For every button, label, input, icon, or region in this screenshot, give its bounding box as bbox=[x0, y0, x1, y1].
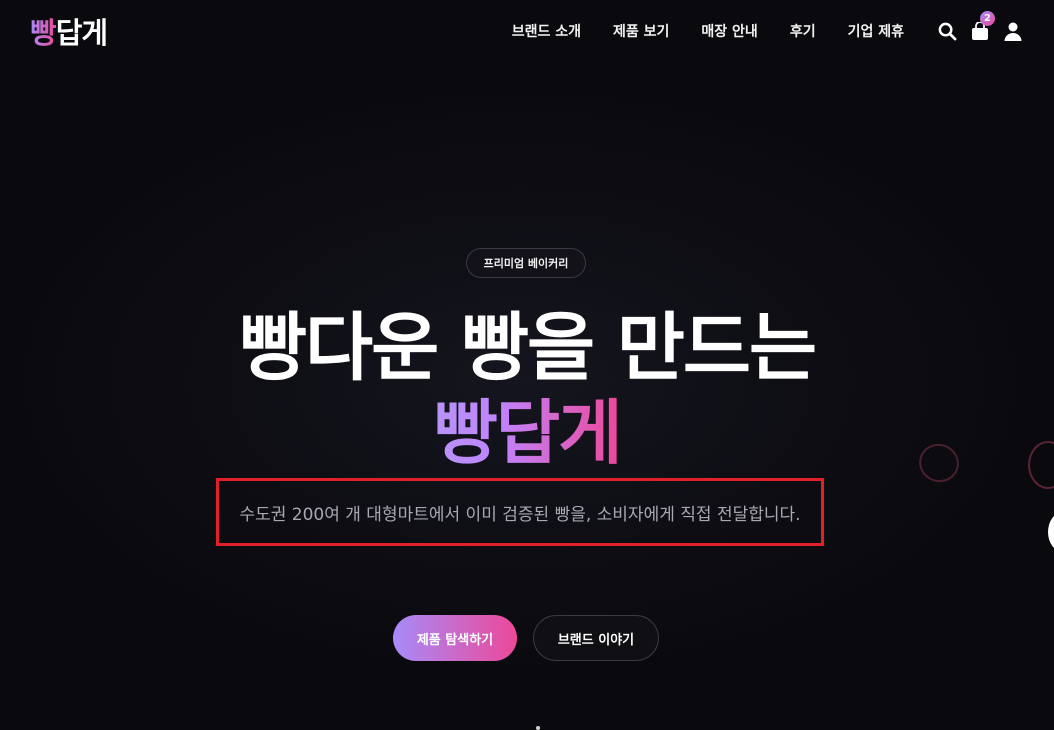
logo-accent: 빵 bbox=[30, 10, 57, 52]
hero-brand-name: 빵답게 bbox=[0, 393, 1054, 473]
scroll-indicator bbox=[536, 726, 540, 730]
nav-reviews[interactable]: 후기 bbox=[790, 21, 816, 41]
site-header: 빵 답게 브랜드 소개 제품 보기 매장 안내 후기 기업 제휴 2 bbox=[0, 0, 1054, 62]
hero-subtitle: 수도권 200여 개 대형마트에서 이미 검증된 빵을, 소비자에게 직접 전달… bbox=[239, 504, 801, 525]
nav-stores[interactable]: 매장 안내 bbox=[701, 21, 757, 41]
nav-partnership[interactable]: 기업 제휴 bbox=[848, 21, 904, 41]
main-nav: 브랜드 소개 제품 보기 매장 안내 후기 기업 제휴 bbox=[512, 21, 904, 41]
subtitle-highlight-box: 수도권 200여 개 대형마트에서 이미 검증된 빵을, 소비자에게 직접 전달… bbox=[216, 478, 824, 546]
logo[interactable]: 빵 답게 bbox=[30, 10, 108, 52]
cart-icon[interactable]: 2 bbox=[969, 11, 995, 42]
cart-count-badge: 2 bbox=[980, 11, 995, 26]
search-icon[interactable] bbox=[936, 20, 958, 42]
logo-text: 답게 bbox=[55, 16, 108, 50]
hero-brand-text: 빵답게 bbox=[433, 392, 622, 474]
explore-products-button[interactable]: 제품 탐색하기 bbox=[393, 615, 517, 661]
nav-products[interactable]: 제품 보기 bbox=[613, 21, 669, 41]
brand-story-button[interactable]: 브랜드 이야기 bbox=[533, 615, 659, 661]
hero-headline: 빵다운 빵을 만드는 bbox=[238, 305, 817, 391]
header-icons: 2 bbox=[936, 11, 1024, 42]
premium-tag: 프리미엄 베이커리 bbox=[466, 248, 586, 278]
nav-brand-intro[interactable]: 브랜드 소개 bbox=[512, 21, 581, 41]
user-icon[interactable] bbox=[1002, 20, 1024, 42]
